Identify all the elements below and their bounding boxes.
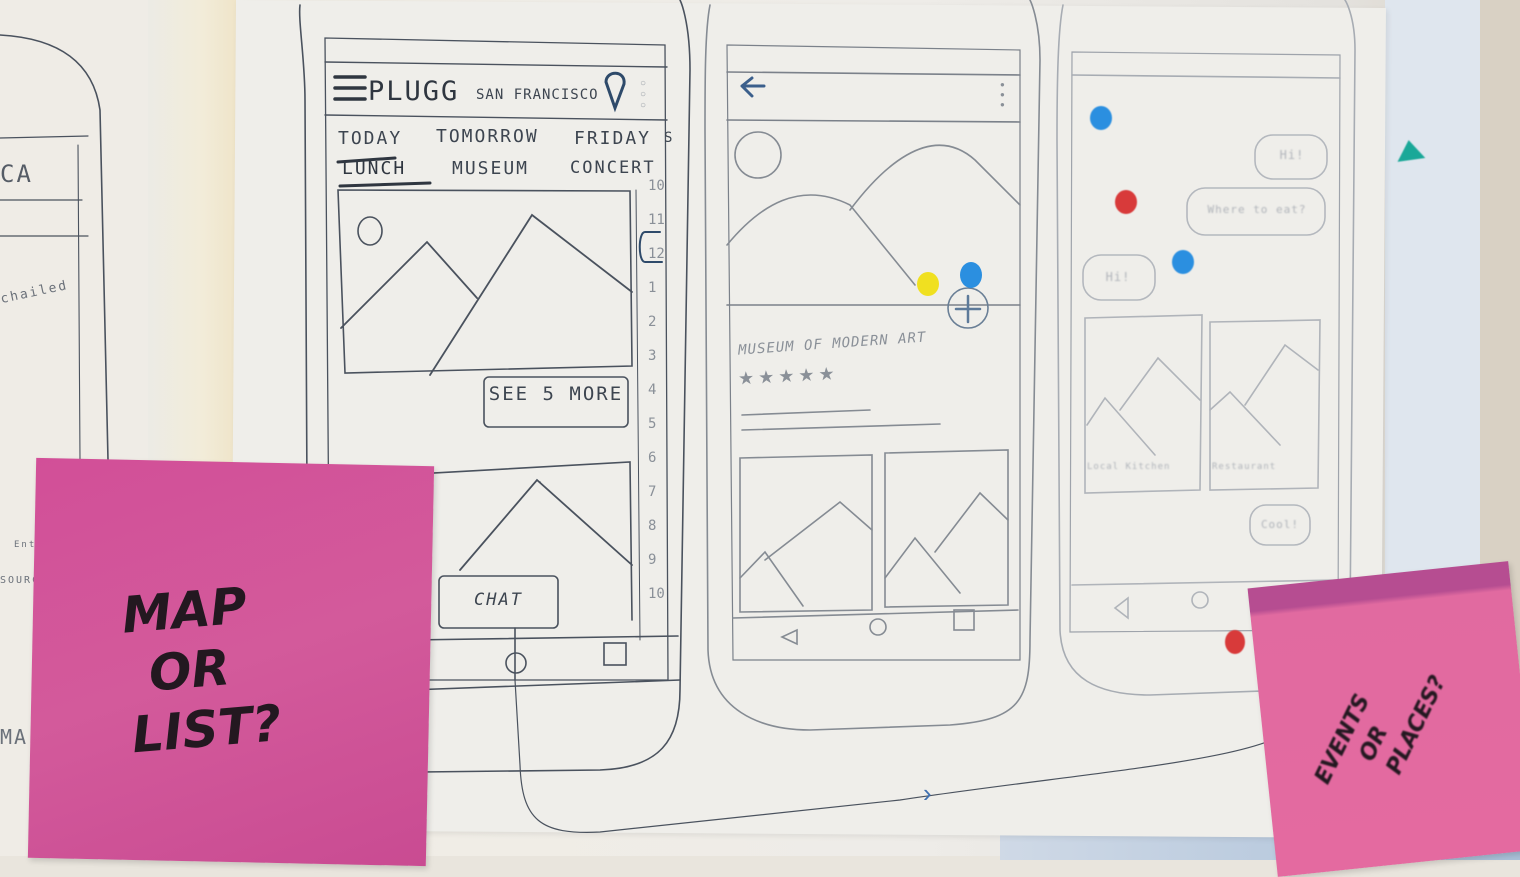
card-label: Restaurant <box>1212 462 1277 472</box>
time-ruler-tick[interactable]: 6 <box>648 450 656 466</box>
time-ruler-tick[interactable]: 8 <box>648 518 656 534</box>
time-ruler-tick[interactable]: 4 <box>648 382 656 398</box>
left-sketch-header: CA <box>0 160 33 188</box>
location-label: SAN FRANCISCO <box>476 87 599 103</box>
left-sketch-bubble: Ent <box>14 540 37 550</box>
related-card-1[interactable] <box>740 458 872 610</box>
tab-tomorrow[interactable]: TOMORROW <box>436 126 539 147</box>
home-nav-icon[interactable] <box>869 618 887 636</box>
app-title: PLUGG <box>368 76 460 107</box>
tab-friday[interactable]: FRIDAY <box>574 128 651 149</box>
image-card-1[interactable] <box>338 190 632 370</box>
flow-arrow-icon: › <box>923 778 932 808</box>
chat-bubble: Hi! <box>1105 270 1131 284</box>
recents-nav-icon[interactable] <box>604 643 626 665</box>
related-card-2[interactable] <box>885 453 1008 605</box>
back-nav-icon[interactable] <box>780 626 800 646</box>
sticky-note-map-or-list: MAP OR LIST? <box>27 457 435 867</box>
time-ruler-tick[interactable]: 1 <box>648 280 656 296</box>
yellow-vote-dot <box>917 272 939 296</box>
sticky-line: LIST? <box>129 694 284 765</box>
hamburger-icon[interactable] <box>333 72 367 104</box>
time-ruler-tick[interactable]: 5 <box>648 416 656 432</box>
time-ruler-tick[interactable]: 10 <box>648 586 665 602</box>
home-nav-icon[interactable] <box>505 652 527 674</box>
chat-bubble: Cool! <box>1260 518 1300 531</box>
red-vote-dot <box>1115 190 1137 214</box>
tab-today[interactable]: TODAY <box>338 128 402 149</box>
sticky-note-text: EVENTS OR PLACES? <box>1309 645 1454 816</box>
time-ruler-tick[interactable]: 9 <box>648 552 656 568</box>
plus-icon[interactable] <box>948 288 988 328</box>
time-ruler-tick[interactable]: 7 <box>648 484 656 500</box>
time-ruler-tick[interactable]: 12 <box>648 246 665 262</box>
tab-museum[interactable]: MUSEUM <box>452 158 529 179</box>
time-ruler-tick[interactable]: 2 <box>648 314 656 330</box>
chat-bubble: Hi! <box>1279 148 1305 162</box>
time-ruler-tick[interactable]: 3 <box>648 348 656 364</box>
see-more-button[interactable]: SEE 5 MORE <box>484 383 628 405</box>
tab-lunch[interactable]: LUNCH <box>342 158 406 179</box>
chat-button[interactable]: CHAT <box>439 590 558 610</box>
chat-bubble: Where to eat? <box>1207 203 1307 216</box>
time-ruler-tick[interactable]: 11 <box>648 212 665 228</box>
left-sketch-bottom: MA <box>0 725 29 749</box>
blue-vote-dot <box>960 262 982 288</box>
teal-marker-triangle <box>1394 138 1426 162</box>
more-vertical-icon[interactable]: ○ ○ ○ <box>640 78 650 112</box>
sticky-note-events-or-places: EVENTS OR PLACES? <box>1247 561 1520 877</box>
sticky-note-text: MAP OR LIST? <box>120 573 284 765</box>
map-pin-icon[interactable] <box>603 76 627 110</box>
card-label: Local Kitchen <box>1087 462 1171 472</box>
tab-concert[interactable]: CONCERT <box>570 158 656 178</box>
red-vote-dot <box>1225 630 1245 654</box>
blue-vote-dot <box>1172 250 1194 274</box>
tab-next-day[interactable]: S <box>664 130 674 146</box>
time-ruler-tick[interactable]: 10 <box>648 178 665 194</box>
left-phone-outline <box>0 34 109 461</box>
more-vertical-icon[interactable]: ● ● ● <box>1000 80 1010 114</box>
arrow-left-icon[interactable] <box>738 76 768 98</box>
recents-nav-icon[interactable] <box>954 610 974 630</box>
blue-vote-dot <box>1090 106 1112 130</box>
